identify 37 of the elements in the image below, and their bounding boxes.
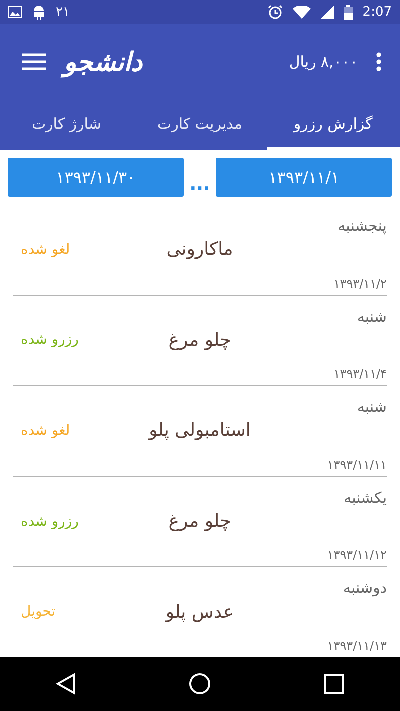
weekday: یکشنبه — [344, 488, 387, 507]
more-options-icon — [376, 52, 382, 72]
meal-name: استامبولی پلو — [149, 420, 251, 442]
alarm-icon — [268, 4, 283, 20]
notification-count: ۲۱ — [56, 4, 70, 20]
reservation-status: تحویل — [20, 604, 56, 620]
reservation-date: ۱۳۹۳/۱۱/۱۳ — [327, 638, 387, 653]
tab[interactable]: شارژ کارت — [0, 100, 134, 150]
reservation-status: لغو شده — [20, 422, 70, 439]
reservation-date: ۱۳۹۳/۱۱/۱۱ — [327, 458, 387, 472]
reservation-date: ۱۳۹۳/۱۱/۲ — [334, 276, 387, 291]
weekday: شنبه — [357, 398, 387, 416]
signal-icon — [320, 6, 334, 18]
clock-time: 2:07 — [362, 4, 392, 20]
tab[interactable]: گزارش رزرو — [266, 100, 400, 150]
meal-name: چلو مرغ — [168, 511, 232, 532]
reservation-status: لغو شده — [20, 242, 70, 258]
weekday: دوشنبه — [343, 579, 387, 598]
reservation-date: ۱۳۹۳/۱۱/۴ — [334, 367, 387, 382]
image-icon — [8, 6, 22, 18]
reservation-status: رزرو شده — [20, 332, 79, 348]
balance-amount: ۸,۰۰۰ ریال — [289, 53, 358, 71]
weekday: پنجشنبه — [338, 217, 387, 235]
reservation-status: رزرو شده — [20, 514, 79, 530]
start-date-button[interactable]: ۱۳۹۳/۱۱/۱ — [216, 158, 392, 197]
wifi-icon — [292, 6, 311, 18]
meal-name: ماکارونی — [166, 239, 234, 260]
weekday: شنبه — [357, 308, 387, 326]
menu-icon — [22, 53, 46, 71]
android-icon — [32, 4, 46, 20]
range-separator: ... — [190, 174, 210, 197]
reservation-date: ۱۳۹۳/۱۱/۱۲ — [327, 548, 387, 562]
meal-name: عدس پلو — [166, 602, 234, 623]
end-date-button[interactable]: ۱۳۹۳/۱۱/۳۰ — [8, 158, 184, 197]
tab[interactable]: مدیریت کارت — [133, 100, 267, 150]
battery-icon — [344, 4, 353, 20]
meal-name: چلو مرغ — [168, 330, 232, 351]
